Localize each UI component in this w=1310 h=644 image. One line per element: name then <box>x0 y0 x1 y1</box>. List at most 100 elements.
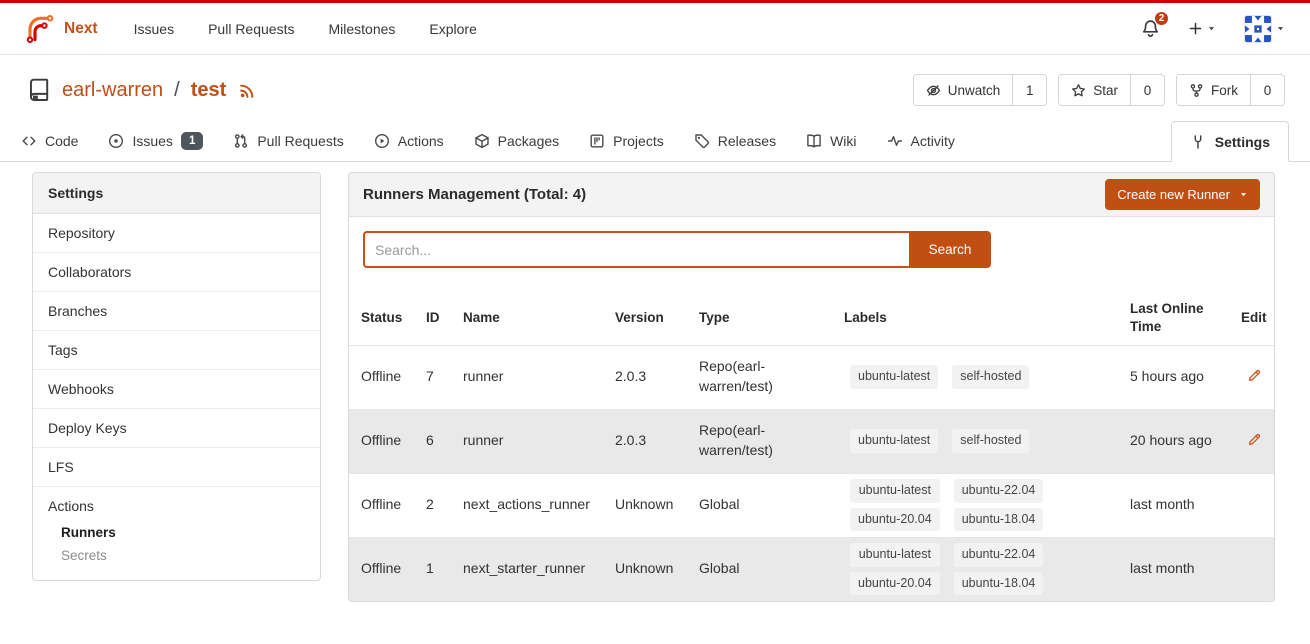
table-row: Offline2next_actions_runnerUnknownGlobal… <box>349 473 1275 537</box>
search-button[interactable]: Search <box>909 231 991 268</box>
sidebar-item-tags[interactable]: Tags <box>33 331 320 370</box>
runner-last-online: 20 hours ago <box>1130 409 1241 473</box>
runner-last-online: last month <box>1130 537 1241 601</box>
sidebar-item-lfs[interactable]: LFS <box>33 448 320 487</box>
tab-actions[interactable]: Actions <box>374 121 444 161</box>
fork-button[interactable]: Fork <box>1177 75 1250 105</box>
tab-releases-label: Releases <box>718 133 776 149</box>
runner-label-chip: ubuntu-22.04 <box>954 479 1044 503</box>
sidebar-item-branches[interactable]: Branches <box>33 292 320 331</box>
runners-table-body: Offline7runner2.0.3Repo(earl-warren/test… <box>349 345 1275 601</box>
tab-wiki[interactable]: Wiki <box>806 121 856 161</box>
star-count-button[interactable]: 0 <box>1130 75 1164 105</box>
tab-projects-label: Projects <box>613 133 664 149</box>
edit-runner-button[interactable] <box>1241 366 1262 386</box>
settings-sidebar: Settings RepositoryCollaboratorsBranches… <box>32 172 321 581</box>
runner-labels: ubuntu-latestself-hosted <box>844 409 1130 473</box>
runner-search-row: Search <box>349 217 1274 268</box>
edit-runner-button[interactable] <box>1241 430 1262 450</box>
tab-activity[interactable]: Activity <box>887 121 955 161</box>
repo-title: earl-warren / test <box>25 77 256 103</box>
sidebar-item-collaborators[interactable]: Collaborators <box>33 253 320 292</box>
home-link[interactable]: Next <box>25 14 98 44</box>
tab-settings[interactable]: Settings <box>1171 121 1289 162</box>
runner-status: Offline <box>349 537 426 601</box>
tab-packages-label: Packages <box>498 133 559 149</box>
tab-issues[interactable]: Issues1 <box>108 121 203 161</box>
column-header-edit: Edit <box>1241 291 1275 345</box>
repo-path-separator: / <box>174 79 180 102</box>
fork-icon <box>1189 83 1204 98</box>
runner-id: 7 <box>426 345 463 409</box>
pencil-icon <box>1247 368 1262 383</box>
tab-releases[interactable]: Releases <box>694 121 776 161</box>
runner-name: next_actions_runner <box>463 473 615 537</box>
runner-label-chip: ubuntu-20.04 <box>850 508 940 532</box>
star-button-group: Star0 <box>1058 74 1165 106</box>
runner-id: 1 <box>426 537 463 601</box>
runner-labels: ubuntu-latestubuntu-22.04ubuntu-20.04ubu… <box>844 537 1130 601</box>
repo-header: earl-warren / test Unwatch1Star0Fork0 <box>0 55 1310 121</box>
tab-code[interactable]: Code <box>21 121 78 161</box>
repo-tab-bar: Code Issues1 Pull Requests Actions Packages P… <box>0 121 1310 162</box>
navbar-item-pull-requests[interactable]: Pull Requests <box>208 21 294 37</box>
runner-label-chip: ubuntu-18.04 <box>954 508 1044 532</box>
runner-labels-list: ubuntu-latestself-hosted <box>844 365 1124 389</box>
notifications-button[interactable]: 2 <box>1141 19 1160 38</box>
sidebar-subitem-runners[interactable]: Runners <box>48 521 305 544</box>
fork-label: Fork <box>1211 83 1238 98</box>
content-area: Settings RepositoryCollaboratorsBranches… <box>0 162 1310 602</box>
star-button[interactable]: Star <box>1059 75 1130 105</box>
search-input[interactable] <box>363 231 909 268</box>
rss-feed-icon[interactable] <box>239 82 256 99</box>
runner-type: Global <box>699 537 844 601</box>
chevron-down-icon <box>1207 24 1216 33</box>
sidebar-item-repository[interactable]: Repository <box>33 214 320 253</box>
runners-panel-header: Runners Management (Total: 4) Create new… <box>349 173 1274 217</box>
repository-icon <box>25 77 51 103</box>
create-new-menu-button[interactable] <box>1188 21 1216 36</box>
fork-count-button[interactable]: 0 <box>1250 75 1284 105</box>
navbar-item-milestones[interactable]: Milestones <box>328 21 395 37</box>
sidebar-subitem-secrets[interactable]: Secrets <box>48 544 305 567</box>
column-header-labels: Labels <box>844 291 1130 345</box>
unwatch-button[interactable]: Unwatch <box>914 75 1013 105</box>
plus-icon <box>1188 21 1203 36</box>
pulse-icon <box>887 133 903 149</box>
column-header-status: Status <box>349 291 426 345</box>
eye-slash-icon <box>926 83 941 98</box>
tab-projects[interactable]: Projects <box>589 121 664 161</box>
navbar-item-issues[interactable]: Issues <box>134 21 174 37</box>
sidebar-item-webhooks[interactable]: Webhooks <box>33 370 320 409</box>
sidebar-item-actions[interactable]: Actions <box>48 498 305 514</box>
unwatch-label: Unwatch <box>948 83 1001 98</box>
runner-label-chip: self-hosted <box>952 365 1029 389</box>
create-new-runner-button[interactable]: Create new Runner <box>1105 179 1260 210</box>
tab-settings-label: Settings <box>1215 134 1270 150</box>
star-icon <box>1071 83 1086 98</box>
user-menu-button[interactable] <box>1244 15 1285 43</box>
table-row: Offline6runner2.0.3Repo(earl-warren/test… <box>349 409 1275 473</box>
column-header-id: ID <box>426 291 463 345</box>
runner-edit-cell <box>1241 473 1275 537</box>
navbar-links: Issues Pull Requests Milestones Explore <box>134 21 477 37</box>
tools-icon <box>1190 134 1206 150</box>
sidebar-item-deploy-keys[interactable]: Deploy Keys <box>33 409 320 448</box>
create-new-runner-label: Create new Runner <box>1117 187 1230 202</box>
runner-last-online: last month <box>1130 473 1241 537</box>
tab-packages[interactable]: Packages <box>474 121 559 161</box>
repo-owner-link[interactable]: earl-warren <box>62 79 163 102</box>
forgejo-repo-settings-page: Next Issues Pull Requests Milestones Explor… <box>0 0 1310 644</box>
play-circle-icon <box>374 133 390 149</box>
navbar-item-explore[interactable]: Explore <box>429 21 476 37</box>
pencil-icon <box>1247 432 1262 447</box>
repo-tabs: Code Issues1 Pull Requests Actions Packages P… <box>21 121 955 161</box>
unwatch-count-button[interactable]: 1 <box>1012 75 1046 105</box>
tab-pull-requests[interactable]: Pull Requests <box>233 121 343 161</box>
runner-last-online: 5 hours ago <box>1130 345 1241 409</box>
column-header-last-online-time: Last Online Time <box>1130 291 1241 345</box>
runner-label-chip: ubuntu-22.04 <box>954 543 1044 567</box>
repo-name-link[interactable]: test <box>191 79 227 102</box>
main-navbar: Next Issues Pull Requests Milestones Explor… <box>0 3 1310 55</box>
runner-edit-cell <box>1241 537 1275 601</box>
